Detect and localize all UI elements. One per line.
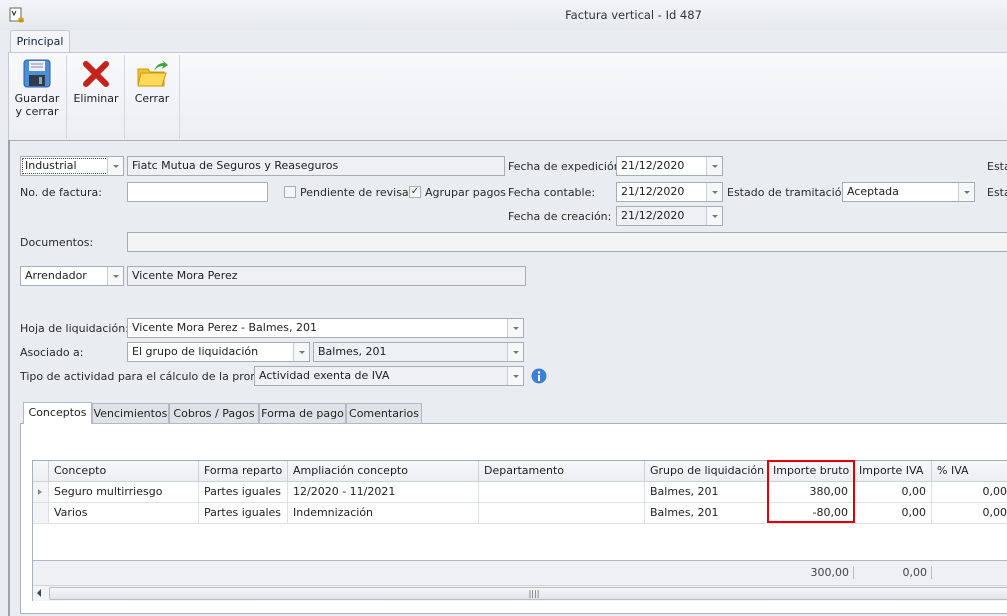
pending-review-label: Pendiente de revisar — [300, 186, 414, 199]
hoja-liquidacion-combo[interactable]: Vicente Mora Perez - Balmes, 201 — [127, 318, 524, 338]
col-grupo[interactable]: Grupo de liquidación — [645, 461, 768, 482]
col-departamento[interactable]: Departamento — [479, 461, 645, 482]
fecha-creacion-label: Fecha de creación: — [508, 210, 612, 223]
entity-type-combo[interactable]: Industrial — [20, 156, 124, 176]
importe-bruto-highlight — [767, 460, 855, 523]
total-importe-bruto: 300,00 — [768, 566, 854, 579]
window-title: Factura vertical - Id 487 — [565, 8, 702, 22]
row-indicator[interactable] — [33, 482, 49, 503]
pending-review-checkbox[interactable] — [284, 186, 296, 198]
chevron-down-icon[interactable] — [293, 343, 309, 361]
documentos-field[interactable] — [127, 232, 1007, 252]
tab-forma-pago[interactable]: Forma de pago — [259, 403, 346, 424]
cell-departamento[interactable] — [479, 503, 645, 524]
current-row-icon — [38, 489, 42, 495]
delete-button[interactable]: Eliminar — [71, 59, 121, 105]
fecha-contable-field[interactable]: 21/12/2020 — [616, 182, 723, 202]
fecha-creacion-field: 21/12/2020 — [616, 206, 723, 226]
title-bar: Factura vertical - Id 487 — [0, 0, 1007, 30]
ribbon: Guardar y cerrar Eliminar Cerrar — [8, 52, 1007, 141]
fecha-expedicion-field[interactable]: 21/12/2020 — [616, 156, 723, 176]
col-importe-iva[interactable]: Importe IVA — [854, 461, 932, 482]
chevron-down-icon[interactable] — [958, 183, 974, 201]
cell-forma-reparto[interactable]: Partes iguales — [199, 482, 288, 503]
cell-pct-iva[interactable]: 0,00 — [932, 482, 1007, 503]
fecha-contable-label: Fecha contable: — [508, 186, 596, 199]
grid-footer: 300,00 0,00 — [33, 560, 1007, 585]
entity-name-field: Fiatc Mutua de Seguros y Reaseguros — [127, 156, 505, 176]
chevron-down-icon — [507, 367, 523, 385]
cell-importe-iva[interactable]: 0,00 — [854, 503, 932, 524]
scroll-left-icon[interactable] — [37, 589, 41, 597]
chevron-down-icon[interactable] — [706, 183, 722, 201]
fecha-expedicion-label: Fecha de expedición: — [508, 160, 625, 173]
estado-label-1: Esta — [987, 160, 1007, 173]
save-icon — [23, 59, 51, 88]
estado-label-2: Esta — [987, 186, 1007, 199]
tab-comentarios[interactable]: Comentarios — [346, 403, 422, 424]
chevron-down-icon — [507, 343, 523, 361]
chevron-down-icon[interactable] — [706, 157, 722, 175]
party-name-field: Vicente Mora Perez — [127, 266, 526, 286]
horizontal-scrollbar[interactable]: |||| — [33, 585, 1007, 601]
cell-importe-iva[interactable]: 0,00 — [854, 482, 932, 503]
chevron-down-icon[interactable] — [107, 267, 123, 285]
chevron-down-icon[interactable] — [107, 157, 123, 175]
row-indicator[interactable] — [33, 503, 49, 524]
documentos-label: Documentos: — [20, 236, 94, 249]
hoja-liquidacion-label: Hoja de liquidación: — [20, 322, 129, 335]
cell-grupo[interactable]: Balmes, 201 — [645, 482, 768, 503]
actividad-combo: Actividad exenta de IVA — [254, 366, 524, 386]
chevron-down-icon[interactable] — [507, 319, 523, 337]
info-icon[interactable] — [531, 368, 547, 384]
asociado-grupo-combo: Balmes, 201 — [313, 342, 524, 362]
invoice-no-label: No. de factura: — [20, 186, 102, 199]
save-close-button[interactable]: Guardar y cerrar — [11, 59, 63, 118]
close-button[interactable]: Cerrar — [129, 59, 175, 105]
total-importe-iva: 0,00 — [854, 566, 932, 579]
col-forma-reparto[interactable]: Forma reparto — [199, 461, 288, 482]
cell-forma-reparto[interactable]: Partes iguales — [199, 503, 288, 524]
tab-vencimientos[interactable]: Vencimientos — [92, 403, 169, 424]
tab-conceptos[interactable]: Conceptos — [23, 402, 92, 424]
cell-concepto[interactable]: Varios — [49, 503, 199, 524]
estado-tramitacion-combo[interactable]: Aceptada — [842, 182, 975, 202]
cell-concepto[interactable]: Seguro multirriesgo — [49, 482, 199, 503]
ribbon-tab-principal[interactable]: Principal — [10, 30, 70, 53]
cell-departamento[interactable] — [479, 482, 645, 503]
cell-ampliacion[interactable]: 12/2020 - 11/2021 — [288, 482, 479, 503]
asociado-combo[interactable]: El grupo de liquidación — [127, 342, 310, 362]
col-pct-iva[interactable]: % IVA — [932, 461, 1007, 482]
conceptos-grid: Concepto Forma reparto Ampliación concep… — [32, 460, 1007, 601]
estado-tramitacion-label: Estado de tramitación: — [727, 186, 853, 199]
col-ampliacion[interactable]: Ampliación concepto — [288, 461, 479, 482]
delete-x-icon — [83, 61, 109, 87]
col-concepto[interactable]: Concepto — [49, 461, 199, 482]
invoice-no-input[interactable] — [127, 182, 268, 202]
chevron-down-icon — [706, 207, 722, 225]
tab-cobros-pagos[interactable]: Cobros / Pagos — [169, 403, 259, 424]
actividad-label: Tipo de actividad para el cálculo de la … — [20, 370, 281, 383]
folder-exit-icon — [137, 60, 168, 87]
cell-grupo[interactable]: Balmes, 201 — [645, 503, 768, 524]
asociado-label: Asociado a: — [20, 346, 84, 359]
cell-ampliacion[interactable]: Indemnización — [288, 503, 479, 524]
group-payments-checkbox[interactable]: ✓ — [409, 186, 421, 198]
scroll-thumb[interactable]: |||| — [49, 587, 1007, 600]
cell-pct-iva[interactable]: 0,00 — [932, 503, 1007, 524]
group-payments-label: Agrupar pagos — [425, 186, 506, 199]
party-type-combo[interactable]: Arrendador — [20, 266, 124, 286]
